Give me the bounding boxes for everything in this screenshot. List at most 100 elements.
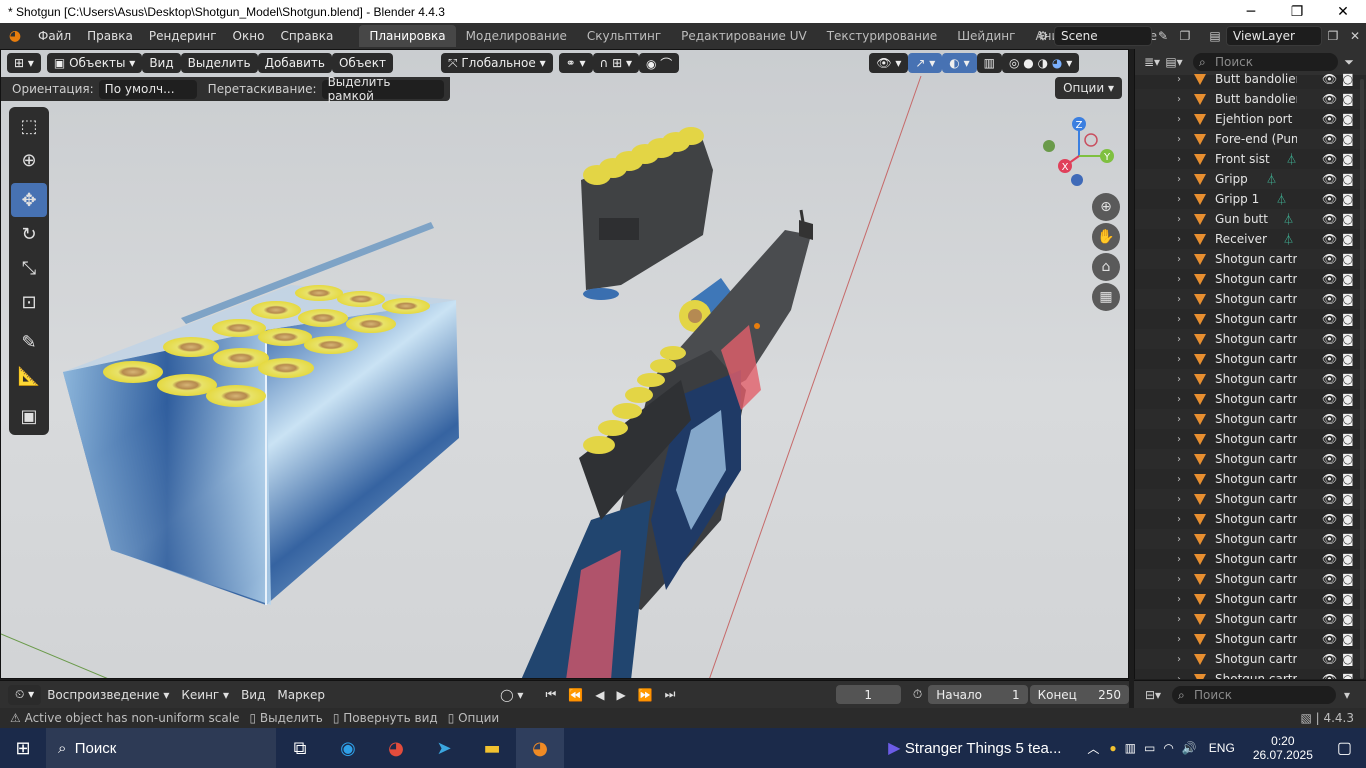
menu-file[interactable]: Файл	[30, 25, 79, 47]
blender-logo-icon[interactable]: ◕	[0, 23, 30, 49]
outliner-item-name[interactable]: Shotgun cartric	[1215, 612, 1297, 626]
render-camera-icon[interactable]: ◙	[1342, 152, 1354, 166]
expand-arrow-icon[interactable]: ›	[1177, 274, 1181, 285]
expand-arrow-icon[interactable]: ›	[1177, 514, 1181, 525]
render-camera-icon[interactable]: ◙	[1342, 132, 1354, 146]
butt-bandolier-model[interactable]	[581, 127, 713, 300]
tab-uv-editing[interactable]: Редактирование UV	[671, 25, 817, 47]
material-shading-icon[interactable]: ◑	[1038, 56, 1048, 70]
expand-arrow-icon[interactable]: ›	[1177, 474, 1181, 485]
visibility-eye-icon[interactable]: 👁	[1322, 192, 1337, 206]
visibility-eye-icon[interactable]: 👁	[1322, 72, 1337, 86]
tab-modeling[interactable]: Моделирование	[456, 25, 577, 47]
render-camera-icon[interactable]: ◙	[1342, 272, 1354, 286]
rendered-shading-icon[interactable]: ◕	[1052, 56, 1062, 70]
timeline-editor-icon[interactable]: ⏲ ▾	[8, 684, 42, 705]
scale-tool-icon[interactable]: ⤡	[11, 251, 47, 285]
overlay-toggle-icon[interactable]: ◐ ▾	[942, 53, 977, 73]
expand-arrow-icon[interactable]: ›	[1177, 374, 1181, 385]
outliner-item-name[interactable]: Shotgun cartric	[1215, 472, 1297, 486]
ortho-grid-icon[interactable]: ▦	[1092, 283, 1120, 311]
outliner-row[interactable]: › Shotgun cartric 👁 ◙	[1135, 649, 1366, 669]
tab-sculpting[interactable]: Скульптинг	[577, 25, 671, 47]
menu-select[interactable]: Выделить	[180, 53, 258, 73]
visibility-eye-icon[interactable]: 👁	[1322, 472, 1337, 486]
camera-view-icon[interactable]: ⌂	[1092, 253, 1120, 281]
visibility-eye-icon[interactable]: 👁	[1322, 492, 1337, 506]
visibility-eye-icon[interactable]: 👁	[1322, 112, 1337, 126]
tab-layout[interactable]: Планировка	[359, 25, 456, 47]
visibility-eye-icon[interactable]: 👁	[1322, 612, 1337, 626]
add-cube-tool-icon[interactable]: ▣	[11, 399, 47, 433]
annotate-tool-icon[interactable]: ✎	[11, 325, 47, 359]
outliner-row[interactable]: › Shotgun cartric 👁 ◙	[1135, 409, 1366, 429]
visibility-eye-icon[interactable]: 👁	[1322, 552, 1337, 566]
marker-menu[interactable]: Маркер	[271, 688, 331, 702]
outliner-item-name[interactable]: Ejehtion port	[1215, 112, 1297, 126]
editor-type-icon[interactable]: ⊞ ▾	[7, 53, 41, 73]
outliner-row[interactable]: › Gun butt ⏃ 👁 ◙	[1135, 209, 1366, 229]
visibility-eye-icon[interactable]: 👁	[1322, 392, 1337, 406]
expand-arrow-icon[interactable]: ›	[1177, 214, 1181, 225]
visibility-eye-icon[interactable]: 👁	[1322, 632, 1337, 646]
mesh-data-icon[interactable]: ⏃	[1286, 151, 1297, 167]
visibility-eye-icon[interactable]: 👁	[1322, 452, 1337, 466]
visibility-eye-icon[interactable]: 👁	[1322, 432, 1337, 446]
visibility-eye-icon[interactable]: 👁	[1322, 352, 1337, 366]
transform-tool-icon[interactable]: ⊡	[11, 285, 47, 319]
outliner-row[interactable]: › Fore-end (Pum 👁 ◙	[1135, 129, 1366, 149]
expand-arrow-icon[interactable]: ›	[1177, 614, 1181, 625]
rotate-tool-icon[interactable]: ↻	[11, 217, 47, 251]
tray-expand-icon[interactable]: ︿	[1087, 740, 1099, 757]
expand-arrow-icon[interactable]: ›	[1177, 574, 1181, 585]
expand-arrow-icon[interactable]: ›	[1177, 134, 1181, 145]
shotgun-model[interactable]	[521, 209, 813, 679]
edge-icon[interactable]: ◉	[324, 728, 372, 768]
outliner-item-name[interactable]: Shotgun cartric	[1215, 572, 1297, 586]
visibility-eye-icon[interactable]: 👁	[1322, 172, 1337, 186]
outliner-item-name[interactable]: Shotgun cartric	[1215, 272, 1297, 286]
outliner-row[interactable]: › Shotgun cartric 👁 ◙	[1135, 609, 1366, 629]
expand-arrow-icon[interactable]: ›	[1177, 154, 1181, 165]
outliner-row[interactable]: › Front sist ⏃ 👁 ◙	[1135, 149, 1366, 169]
properties-search-input[interactable]: ⌕ Поиск	[1172, 685, 1336, 704]
keying-menu[interactable]: Кеинг ▾	[175, 688, 235, 702]
render-camera-icon[interactable]: ◙	[1342, 312, 1354, 326]
jump-end-icon[interactable]: ⏭	[659, 687, 682, 702]
measure-tool-icon[interactable]: 📐	[11, 359, 47, 393]
prev-keyframe-icon[interactable]: ⏪	[562, 688, 589, 702]
tab-texture-paint[interactable]: Текстурирование	[817, 25, 947, 47]
expand-arrow-icon[interactable]: ›	[1177, 634, 1181, 645]
render-camera-icon[interactable]: ◙	[1342, 412, 1354, 426]
wifi-icon[interactable]: ◠	[1163, 741, 1173, 755]
gizmo-toggle-icon[interactable]: ↗ ▾	[908, 53, 943, 73]
render-camera-icon[interactable]: ◙	[1342, 472, 1354, 486]
pin-icon[interactable]: ✎	[1152, 26, 1174, 46]
outliner-item-name[interactable]: Shotgun cartric	[1215, 632, 1297, 646]
outliner-row[interactable]: › Butt bandolier.(👁 ◙	[1135, 69, 1366, 89]
menu-view[interactable]: Вид	[142, 53, 181, 73]
render-camera-icon[interactable]: ◙	[1342, 452, 1354, 466]
playback-menu[interactable]: Воспроизведение ▾	[41, 688, 175, 702]
end-frame-field[interactable]: Конец 250	[1029, 685, 1129, 704]
outliner-item-name[interactable]: Shotgun cartric	[1215, 432, 1297, 446]
expand-arrow-icon[interactable]: ›	[1177, 394, 1181, 405]
visibility-eye-icon[interactable]: 👁	[1322, 252, 1337, 266]
cursor-tool-icon[interactable]: ⊕	[11, 143, 47, 177]
outliner-row[interactable]: › Ejehtion port 👁 ◙	[1135, 109, 1366, 129]
menu-object[interactable]: Объект	[331, 53, 393, 73]
expand-arrow-icon[interactable]: ›	[1177, 454, 1181, 465]
render-camera-icon[interactable]: ◙	[1342, 532, 1354, 546]
mesh-data-icon[interactable]: ⏃	[1266, 171, 1277, 187]
outliner-row[interactable]: › Butt bandolier.(👁 ◙	[1135, 89, 1366, 109]
render-camera-icon[interactable]: ◙	[1342, 592, 1354, 606]
expand-arrow-icon[interactable]: ›	[1177, 354, 1181, 365]
render-camera-icon[interactable]: ◙	[1342, 572, 1354, 586]
render-camera-icon[interactable]: ◙	[1342, 112, 1354, 126]
outliner-item-name[interactable]: Shotgun cartric	[1215, 312, 1297, 326]
proportional-edit-icon[interactable]: ◉ ⌒	[639, 53, 680, 73]
outliner-item-name[interactable]: Shotgun cartric	[1215, 452, 1297, 466]
select-box-tool-icon[interactable]: ⬚	[11, 109, 47, 143]
new-view-layer-icon[interactable]: ❐	[1322, 26, 1344, 46]
expand-arrow-icon[interactable]: ›	[1177, 94, 1181, 105]
